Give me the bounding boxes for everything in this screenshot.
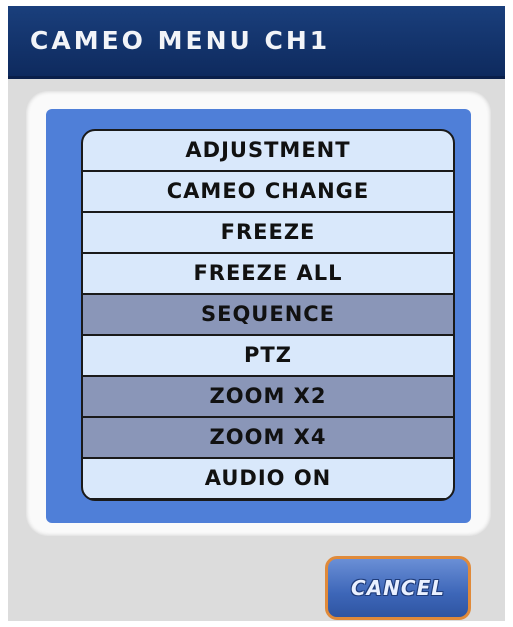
menu-item-cameo-change[interactable]: CAMEO CHANGE <box>83 172 453 211</box>
cancel-button[interactable]: CANCEL <box>325 556 471 620</box>
title-bar: CAMEO MENU CH1 <box>8 6 505 79</box>
cameo-menu-dialog: CAMEO MENU CH1 ADJUSTMENT CAMEO CHANGE F… <box>8 6 505 621</box>
menu-item-zoom-x4[interactable]: ZOOM X4 <box>83 418 453 457</box>
menu-panel-background: ADJUSTMENT CAMEO CHANGE FREEZE FREEZE AL… <box>46 109 471 523</box>
menu-item-ptz[interactable]: PTZ <box>83 336 453 375</box>
menu-item-sequence[interactable]: SEQUENCE <box>83 295 453 334</box>
menu-item-adjustment[interactable]: ADJUSTMENT <box>83 131 453 170</box>
menu-item-zoom-x2[interactable]: ZOOM X2 <box>83 377 453 416</box>
menu-item-audio-on[interactable]: AUDIO ON <box>83 459 453 498</box>
menu-list: ADJUSTMENT CAMEO CHANGE FREEZE FREEZE AL… <box>81 129 455 501</box>
dialog-title: CAMEO MENU CH1 <box>30 26 331 55</box>
menu-item-freeze-all[interactable]: FREEZE ALL <box>83 254 453 293</box>
menu-panel: ADJUSTMENT CAMEO CHANGE FREEZE FREEZE AL… <box>26 91 491 536</box>
menu-item-freeze[interactable]: FREEZE <box>83 213 453 252</box>
